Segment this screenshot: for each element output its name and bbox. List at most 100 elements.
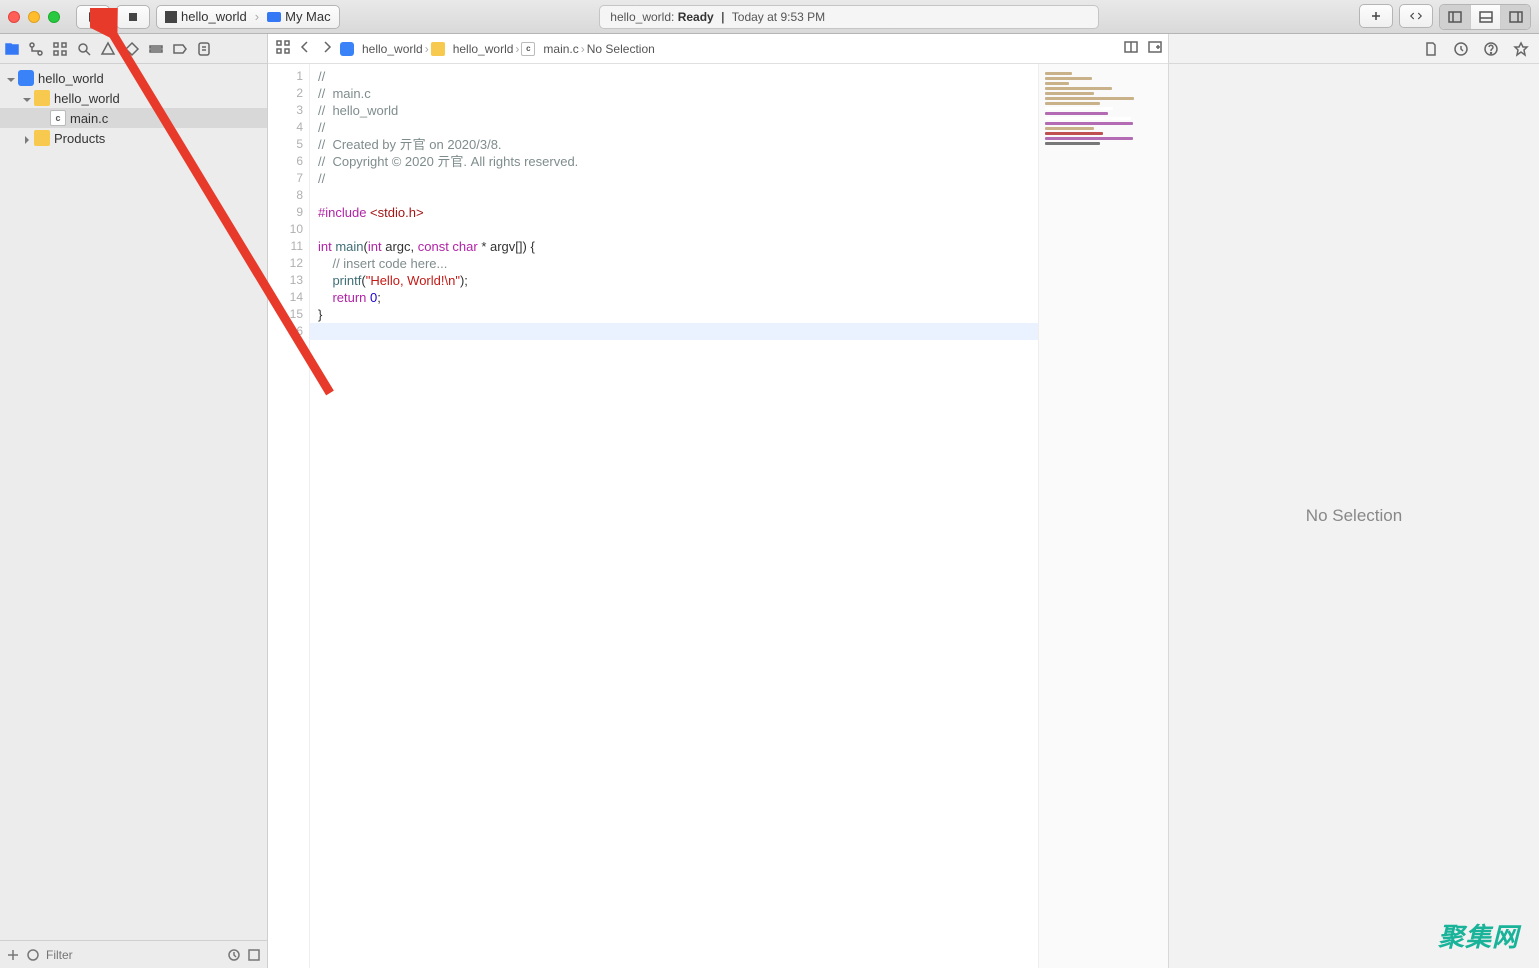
breadcrumb-2[interactable]: cmain.c: [521, 42, 578, 56]
navigator-tabs: [0, 34, 267, 64]
minimize-window-button[interactable]: [28, 11, 40, 23]
navigator-panel: hello_world hello_world cmain.c Products: [0, 34, 268, 968]
status-project: hello_world:: [610, 10, 674, 24]
filter-input[interactable]: [46, 948, 221, 962]
toggle-bottom-panel[interactable]: [1470, 5, 1500, 29]
folder-icon: [431, 42, 445, 56]
status-state: Ready: [678, 10, 714, 24]
activity-status[interactable]: hello_world: Ready | Today at 9:53 PM: [599, 5, 1099, 29]
attributes-inspector-icon[interactable]: [1513, 41, 1529, 57]
code-review-button[interactable]: [1399, 4, 1433, 28]
code-line[interactable]: // insert code here...: [318, 255, 1030, 272]
stop-button[interactable]: [116, 5, 150, 29]
inspector-empty-text: No Selection: [1306, 506, 1402, 526]
tree-item-main-c[interactable]: cmain.c: [0, 108, 267, 128]
disclosure-icon[interactable]: [6, 73, 16, 83]
code-line[interactable]: [318, 221, 1030, 238]
status-time: Today at 9:53 PM: [732, 10, 825, 24]
scm-filter-icon[interactable]: [247, 948, 261, 962]
folder-icon: [34, 90, 50, 106]
breadcrumb-label: main.c: [543, 42, 578, 56]
toggle-right-panel[interactable]: [1500, 5, 1530, 29]
code-line[interactable]: // Created by 亓官 on 2020/3/8.: [318, 136, 1030, 153]
stop-icon: [127, 11, 139, 23]
library-plus-button[interactable]: [1359, 4, 1393, 28]
close-window-button[interactable]: [8, 11, 20, 23]
test-navigator-icon[interactable]: [124, 41, 140, 57]
help-inspector-icon[interactable]: [1483, 41, 1499, 57]
scheme-selector[interactable]: hello_world › My Mac: [156, 5, 340, 29]
breakpoint-navigator-icon[interactable]: [172, 41, 188, 57]
nav-back-button[interactable]: [296, 38, 314, 59]
plus-icon: [1370, 10, 1382, 22]
minimap[interactable]: [1038, 64, 1168, 968]
code-line[interactable]: //: [318, 68, 1030, 85]
toggle-left-panel[interactable]: [1440, 5, 1470, 29]
tree-item-label: Products: [54, 131, 105, 146]
nav-forward-button[interactable]: [318, 38, 336, 59]
toolbar: hello_world › My Mac hello_world: Ready …: [0, 0, 1539, 34]
breadcrumb-0[interactable]: hello_world: [340, 42, 423, 56]
scheme-target[interactable]: hello_world: [157, 6, 255, 28]
target-icon: [165, 11, 177, 23]
tree-item-Products[interactable]: Products: [0, 128, 267, 148]
code-editor[interactable]: //// main.c// hello_world//// Created by…: [310, 64, 1038, 968]
breadcrumb-label: No Selection: [587, 42, 655, 56]
code-line[interactable]: return 0;: [318, 289, 1030, 306]
editor-layout-icon[interactable]: [1124, 40, 1138, 57]
related-items-icon[interactable]: [274, 38, 292, 59]
disclosure-icon[interactable]: [22, 133, 32, 143]
code-line[interactable]: }: [318, 306, 1030, 323]
find-navigator-icon[interactable]: [76, 41, 92, 57]
scheme-device[interactable]: My Mac: [259, 6, 339, 28]
window-traffic-lights: [8, 11, 60, 23]
play-icon: [87, 11, 99, 23]
code-line[interactable]: // Copyright © 2020 亓官. All rights reser…: [318, 153, 1030, 170]
chevron-right-icon: ›: [425, 42, 429, 56]
code-line[interactable]: // main.c: [318, 85, 1030, 102]
breadcrumb-3[interactable]: No Selection: [587, 42, 655, 56]
code-line[interactable]: //: [318, 170, 1030, 187]
jump-bar: hello_world›hello_world›cmain.c›No Selec…: [268, 34, 1168, 64]
tree-item-label: hello_world: [54, 91, 120, 106]
navigator-filter-bar: [0, 940, 267, 968]
debug-navigator-icon[interactable]: [148, 41, 164, 57]
code-line[interactable]: printf("Hello, World!\n");: [318, 272, 1030, 289]
inspector-tabs: [1169, 34, 1539, 64]
line-gutter: 12345678910111213141516: [268, 64, 310, 968]
code-line[interactable]: //: [318, 119, 1030, 136]
recent-icon[interactable]: [227, 948, 241, 962]
scheme-device-label: My Mac: [285, 9, 331, 24]
scheme-target-label: hello_world: [181, 9, 247, 24]
tree-item-hello_world[interactable]: hello_world: [0, 88, 267, 108]
disclosure-icon[interactable]: [22, 93, 32, 103]
editor-area: hello_world›hello_world›cmain.c›No Selec…: [268, 34, 1169, 968]
source-control-icon[interactable]: [28, 41, 44, 57]
file-inspector-icon[interactable]: [1423, 41, 1439, 57]
project-icon: [340, 42, 354, 56]
breadcrumb-label: hello_world: [362, 42, 423, 56]
history-inspector-icon[interactable]: [1453, 41, 1469, 57]
project-tree: hello_world hello_world cmain.c Products: [0, 64, 267, 940]
add-editor-icon[interactable]: [1148, 40, 1162, 57]
run-button[interactable]: [76, 5, 110, 29]
chevron-right-icon: ›: [515, 42, 519, 56]
code-line[interactable]: int main(int argc, const char * argv[]) …: [318, 238, 1030, 255]
symbol-navigator-icon[interactable]: [52, 41, 68, 57]
add-icon[interactable]: [6, 948, 20, 962]
breadcrumb-label: hello_world: [453, 42, 514, 56]
inspector-panel: No Selection: [1169, 34, 1539, 968]
report-navigator-icon[interactable]: [196, 41, 212, 57]
code-line[interactable]: // hello_world: [318, 102, 1030, 119]
filter-scope-icon[interactable]: [26, 948, 40, 962]
tree-item-label: main.c: [70, 111, 108, 126]
breadcrumb-1[interactable]: hello_world: [431, 42, 514, 56]
issue-navigator-icon[interactable]: [100, 41, 116, 57]
tree-item-hello_world[interactable]: hello_world: [0, 68, 267, 88]
project-navigator-icon[interactable]: [4, 41, 20, 57]
code-line[interactable]: [318, 187, 1030, 204]
zoom-window-button[interactable]: [48, 11, 60, 23]
code-line[interactable]: #include <stdio.h>: [318, 204, 1030, 221]
folder-icon: [34, 130, 50, 146]
mac-icon: [267, 12, 281, 22]
